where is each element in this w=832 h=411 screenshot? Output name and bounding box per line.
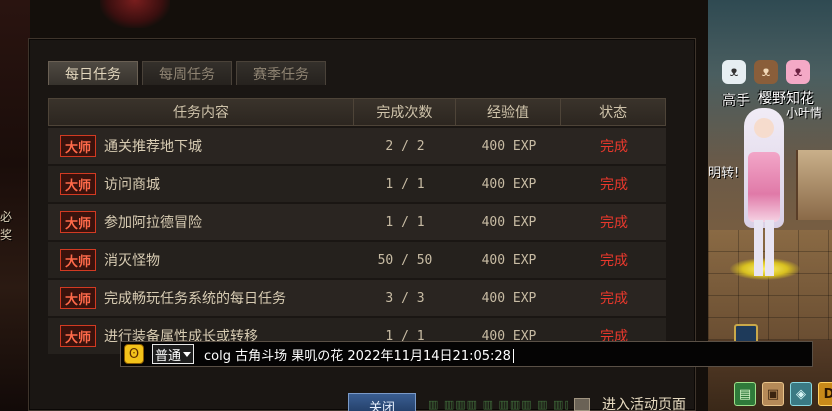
dungeon-d-icon[interactable]: D: [818, 382, 832, 406]
status-cell: 完成: [600, 253, 628, 269]
header-exp: 经验值: [456, 99, 562, 125]
table-header: 任务内容 完成次数 经验值 状态: [48, 98, 666, 126]
chat-bar: ʘ 普通 colg 古角斗场 果叽の花 2022年11月14日21:05:28: [120, 341, 813, 367]
exp-cell: 400 EXP: [481, 252, 537, 268]
status-cell: 完成: [600, 139, 628, 155]
exp-cell: 400 EXP: [481, 138, 537, 154]
tab-season[interactable]: 赛季任务: [236, 61, 326, 85]
player-guild: 小叶情: [786, 106, 823, 120]
inventory-bag-icon[interactable]: ▣: [762, 382, 784, 406]
pink-cat-icon: ᴥ: [786, 60, 810, 84]
player-character[interactable]: [742, 108, 786, 276]
task-name: 消灭怪物: [104, 253, 160, 269]
character-dress: [748, 152, 780, 222]
task-cell: 大师 参加阿拉德冒险: [48, 204, 354, 240]
exp-cell: 400 EXP: [481, 176, 537, 192]
chevron-down-icon: [183, 351, 192, 357]
tab-weekly[interactable]: 每周任务: [142, 61, 232, 85]
status-cell: 完成: [600, 291, 628, 307]
pet-icons: ᴥ ᴥ ᴥ: [722, 60, 810, 84]
count-cell: 3 / 3: [385, 290, 425, 306]
exp-cell: 400 EXP: [481, 290, 537, 306]
faded-footer-text: ▥ ▥▥▥ ▥ ▥▥▥ ▥ ▥▥▥: [428, 398, 568, 411]
top-ornament: [100, 0, 170, 28]
master-badge: 大师: [60, 173, 96, 195]
quick-menu-icons: ▤ ▣ ◈ D: [734, 382, 832, 406]
enter-activity-link[interactable]: 进入活动页面: [602, 394, 686, 411]
furniture-shelf: [796, 150, 832, 220]
tab-daily[interactable]: 每日任务: [48, 61, 138, 85]
table-row[interactable]: 大师 完成畅玩任务系统的每日任务 3 / 3 400 EXP 完成: [48, 280, 666, 316]
task-cell: 大师 完成畅玩任务系统的每日任务: [48, 280, 354, 316]
quest-book-icon[interactable]: ▤: [734, 382, 756, 406]
table-row[interactable]: 大师 消灭怪物 50 / 50 400 EXP 完成: [48, 242, 666, 278]
chat-channel-label: 普通: [155, 348, 182, 364]
master-badge: 大师: [60, 287, 96, 309]
table-row[interactable]: 大师 访问商城 1 / 1 400 EXP 完成: [48, 166, 666, 202]
table-body: 大师 通关推荐地下城 2 / 2 400 EXP 完成 大师 访问商城 1 / …: [48, 128, 666, 354]
task-name: 访问商城: [104, 177, 160, 193]
emoji-icon[interactable]: ʘ: [124, 344, 144, 364]
exp-cell: 400 EXP: [481, 214, 537, 230]
brown-bear-icon: ᴥ: [754, 60, 778, 84]
task-cell: 大师 通关推荐地下城: [48, 128, 354, 164]
quest-table: 任务内容 完成次数 经验值 状态 大师 通关推荐地下城 2 / 2 400 EX…: [48, 98, 666, 356]
chat-input-text: colg 古角斗场 果叽の花 2022年11月14日21:05:28: [204, 348, 511, 364]
chat-input[interactable]: colg 古角斗场 果叽の花 2022年11月14日21:05:28: [204, 345, 514, 364]
character-face: [754, 118, 774, 138]
close-button[interactable]: 关闭: [348, 393, 416, 411]
count-cell: 1 / 1: [385, 176, 425, 192]
right-side-text: 明转!: [708, 166, 740, 181]
header-task: 任务内容: [49, 99, 355, 125]
text-cursor: [512, 349, 514, 363]
table-row[interactable]: 大师 参加阿拉德冒险 1 / 1 400 EXP 完成: [48, 204, 666, 240]
master-badge: 大师: [60, 249, 96, 271]
title-label: 高手: [722, 93, 750, 109]
world-left-background: [0, 0, 30, 411]
status-cell: 完成: [600, 177, 628, 193]
quest-tabs: 每日任务 每周任务 赛季任务: [48, 61, 326, 85]
activity-icon[interactable]: [574, 398, 590, 411]
header-status: 状态: [599, 105, 628, 121]
count-cell: 2 / 2: [385, 138, 425, 154]
status-cell: 完成: [600, 215, 628, 231]
header-count: 完成次数: [354, 99, 456, 125]
task-cell: 大师 访问商城: [48, 166, 354, 202]
white-cat-icon: ᴥ: [722, 60, 746, 84]
count-cell: 50 / 50: [377, 252, 433, 268]
master-badge: 大师: [60, 325, 96, 347]
map-icon[interactable]: ◈: [790, 382, 812, 406]
chat-channel-select[interactable]: 普通: [152, 344, 195, 364]
count-cell: 1 / 1: [385, 214, 425, 230]
task-name: 通关推荐地下城: [104, 139, 202, 155]
task-name: 完成畅玩任务系统的每日任务: [104, 291, 286, 307]
task-name: 参加阿拉德冒险: [104, 215, 202, 231]
master-badge: 大师: [60, 135, 96, 157]
task-cell: 大师 消灭怪物: [48, 242, 354, 278]
table-row[interactable]: 大师 通关推荐地下城 2 / 2 400 EXP 完成: [48, 128, 666, 164]
left-side-text: 必 奖: [0, 210, 13, 242]
character-legs: [754, 220, 774, 276]
master-badge: 大师: [60, 211, 96, 233]
